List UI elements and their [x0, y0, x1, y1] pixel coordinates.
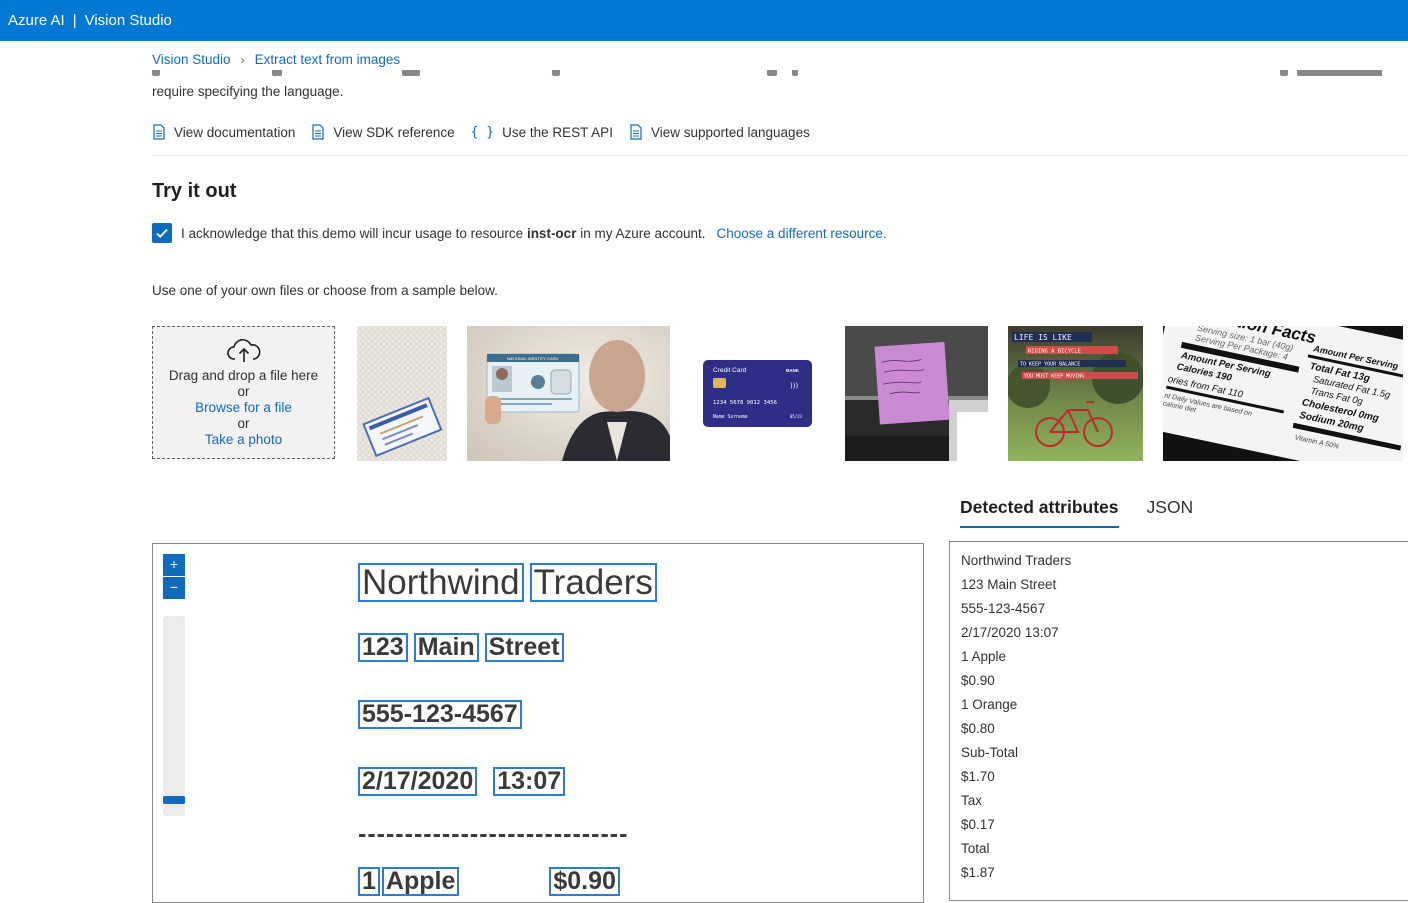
brand-label[interactable]: Azure AI	[8, 12, 65, 29]
receipt-line: 2/17/2020 13:07	[358, 767, 571, 796]
resource-name: inst-ocr	[526, 225, 577, 241]
use-rest-api-link[interactable]: { } Use the REST API	[471, 124, 613, 140]
sample-image-id-card[interactable]: NATIONAL IDENTITY CARD	[467, 326, 670, 461]
zoom-slider-track[interactable]	[163, 616, 185, 816]
receipt-divider: -----------------------------	[358, 820, 629, 848]
acknowledge-checkbox[interactable]	[152, 223, 172, 243]
zoom-out-button[interactable]: −	[163, 577, 185, 599]
detected-line: $1.70	[961, 769, 995, 784]
document-icon	[311, 124, 325, 140]
contactless-icon: )))	[790, 382, 798, 390]
detected-line: Sub-Total	[961, 745, 1019, 760]
credit-card-number: 1234 5678 9012 3456	[713, 400, 777, 406]
product-label[interactable]: Vision Studio	[85, 12, 172, 29]
poster-line-1: LIFE IS LIKE	[1014, 333, 1072, 342]
ocr-word-box: Street	[484, 633, 564, 662]
tab-detected-attributes[interactable]: Detected attributes	[960, 497, 1119, 528]
view-documentation-link[interactable]: View documentation	[152, 124, 295, 140]
poster-line-4: YOU MUST KEEP MOVING	[1024, 374, 1084, 380]
sample-image-nutrition-label[interactable]: Nutrition Facts Serving size: 1 bar (40g…	[1163, 326, 1403, 461]
view-sdk-reference-link[interactable]: View SDK reference	[311, 124, 455, 140]
chevron-right-icon: ›	[240, 52, 245, 67]
breadcrumb: Vision Studio › Extract text from images	[152, 52, 400, 67]
browse-file-link[interactable]: Browse for a file	[153, 400, 334, 416]
clipped-text-row	[152, 70, 1382, 78]
detected-line: 123 Main Street	[961, 577, 1057, 592]
top-bar: Azure AI | Vision Studio	[0, 0, 1408, 41]
ocr-word-box: 123	[358, 633, 408, 662]
receipt-line: 1 Apple $0.90	[358, 867, 626, 896]
sample-image-credit-card[interactable]: Credit Card BANK ))) 1234 5678 9012 3456…	[690, 326, 825, 461]
document-icon	[152, 124, 166, 140]
result-tabs: Detected attributes JSON	[960, 497, 1221, 528]
acknowledge-row: I acknowledge that this demo will incur …	[152, 223, 887, 243]
credit-card-title: Credit Card	[713, 367, 747, 374]
choose-resource-link[interactable]: Choose a different resource.	[717, 226, 887, 241]
ocr-word-box: Apple	[381, 867, 460, 896]
detected-line: $0.17	[961, 817, 995, 832]
brand-separator: |	[72, 12, 77, 29]
document-icon	[629, 124, 643, 140]
tab-json[interactable]: JSON	[1147, 497, 1194, 528]
ocr-word-box: Main	[413, 633, 479, 662]
detected-attributes-panel[interactable]: Northwind Traders 123 Main Street 555-12…	[949, 541, 1408, 901]
view-supported-languages-label: View supported languages	[650, 124, 810, 140]
detected-line: 1 Orange	[961, 697, 1018, 712]
sample-image-ss-card[interactable]	[357, 326, 447, 461]
credit-card-bank: BANK	[786, 368, 800, 373]
checkmark-icon	[156, 228, 168, 238]
ocr-word-box: $0.90	[549, 867, 620, 896]
receipt-line: Northwind Traders	[358, 563, 663, 602]
dropzone-or: or	[237, 384, 250, 399]
sample-image-bicycle-poster[interactable]: LIFE IS LIKE RIDING A BICYCLE TO KEEP YO…	[1008, 326, 1143, 461]
detected-line: $0.80	[961, 721, 995, 736]
ocr-word-box: 1	[358, 867, 380, 896]
detected-line: Total	[961, 841, 990, 856]
zoom-in-button[interactable]: +	[163, 554, 185, 576]
ocr-word-box: Traders	[529, 563, 657, 602]
quick-links: View documentation View SDK reference { …	[152, 124, 826, 140]
poster-line-3: TO KEEP YOUR BALANCE	[1020, 362, 1080, 368]
view-documentation-label: View documentation	[174, 124, 296, 140]
breadcrumb-current[interactable]: Extract text from images	[255, 52, 401, 67]
detected-line: $0.90	[961, 673, 995, 688]
use-rest-api-label: Use the REST API	[502, 124, 613, 140]
credit-card-name: Name Surname	[713, 414, 748, 420]
sample-image-sticky-note[interactable]	[845, 326, 988, 461]
detected-line: 555-123-4567	[961, 601, 1046, 616]
take-photo-link[interactable]: Take a photo	[153, 432, 334, 448]
receipt-line: 555-123-4567	[358, 700, 528, 729]
poster-line-2: RIDING A BICYCLE	[1028, 349, 1081, 355]
ocr-word-box: 13:07	[493, 767, 566, 796]
acknowledge-suffix: in my Azure account.	[576, 225, 706, 241]
breadcrumb-home[interactable]: Vision Studio	[152, 52, 231, 67]
acknowledge-prefix: I acknowledge that this demo will incur …	[181, 225, 527, 241]
description-text: require specifying the language.	[152, 84, 344, 99]
section-divider	[152, 155, 1408, 156]
receipt-line: 123 Main Street	[358, 633, 570, 662]
ocr-word-box: 555-123-4567	[358, 700, 522, 729]
detected-line: Northwind Traders	[961, 553, 1072, 568]
detected-line: $1.87	[961, 865, 995, 880]
cloud-upload-icon	[153, 337, 334, 368]
file-dropzone[interactable]: Drag and drop a file here or Browse for …	[152, 326, 335, 459]
dropzone-text: Drag and drop a file here	[168, 368, 319, 383]
try-it-out-heading: Try it out	[152, 180, 237, 202]
ocr-word-box: 2/17/2020	[358, 767, 478, 796]
detected-line: 1 Apple	[961, 649, 1007, 664]
use-files-text: Use one of your own files or choose from…	[152, 283, 498, 298]
credit-card-expiry: 05/23	[790, 414, 803, 419]
dropzone-or: or	[237, 416, 250, 431]
detected-line: Tax	[961, 793, 983, 808]
view-sdk-reference-label: View SDK reference	[333, 124, 455, 140]
zoom-slider-thumb[interactable]	[163, 796, 185, 804]
braces-icon: { }	[470, 124, 495, 140]
detected-line: 2/17/2020 13:07	[961, 625, 1059, 640]
view-supported-languages-link[interactable]: View supported languages	[629, 124, 810, 140]
id-card-title: NATIONAL IDENTITY CARD	[507, 356, 558, 361]
ocr-word-box: Northwind	[358, 563, 524, 602]
image-viewer[interactable]: + − Northwind Traders 123 Main Street 55…	[152, 543, 924, 903]
